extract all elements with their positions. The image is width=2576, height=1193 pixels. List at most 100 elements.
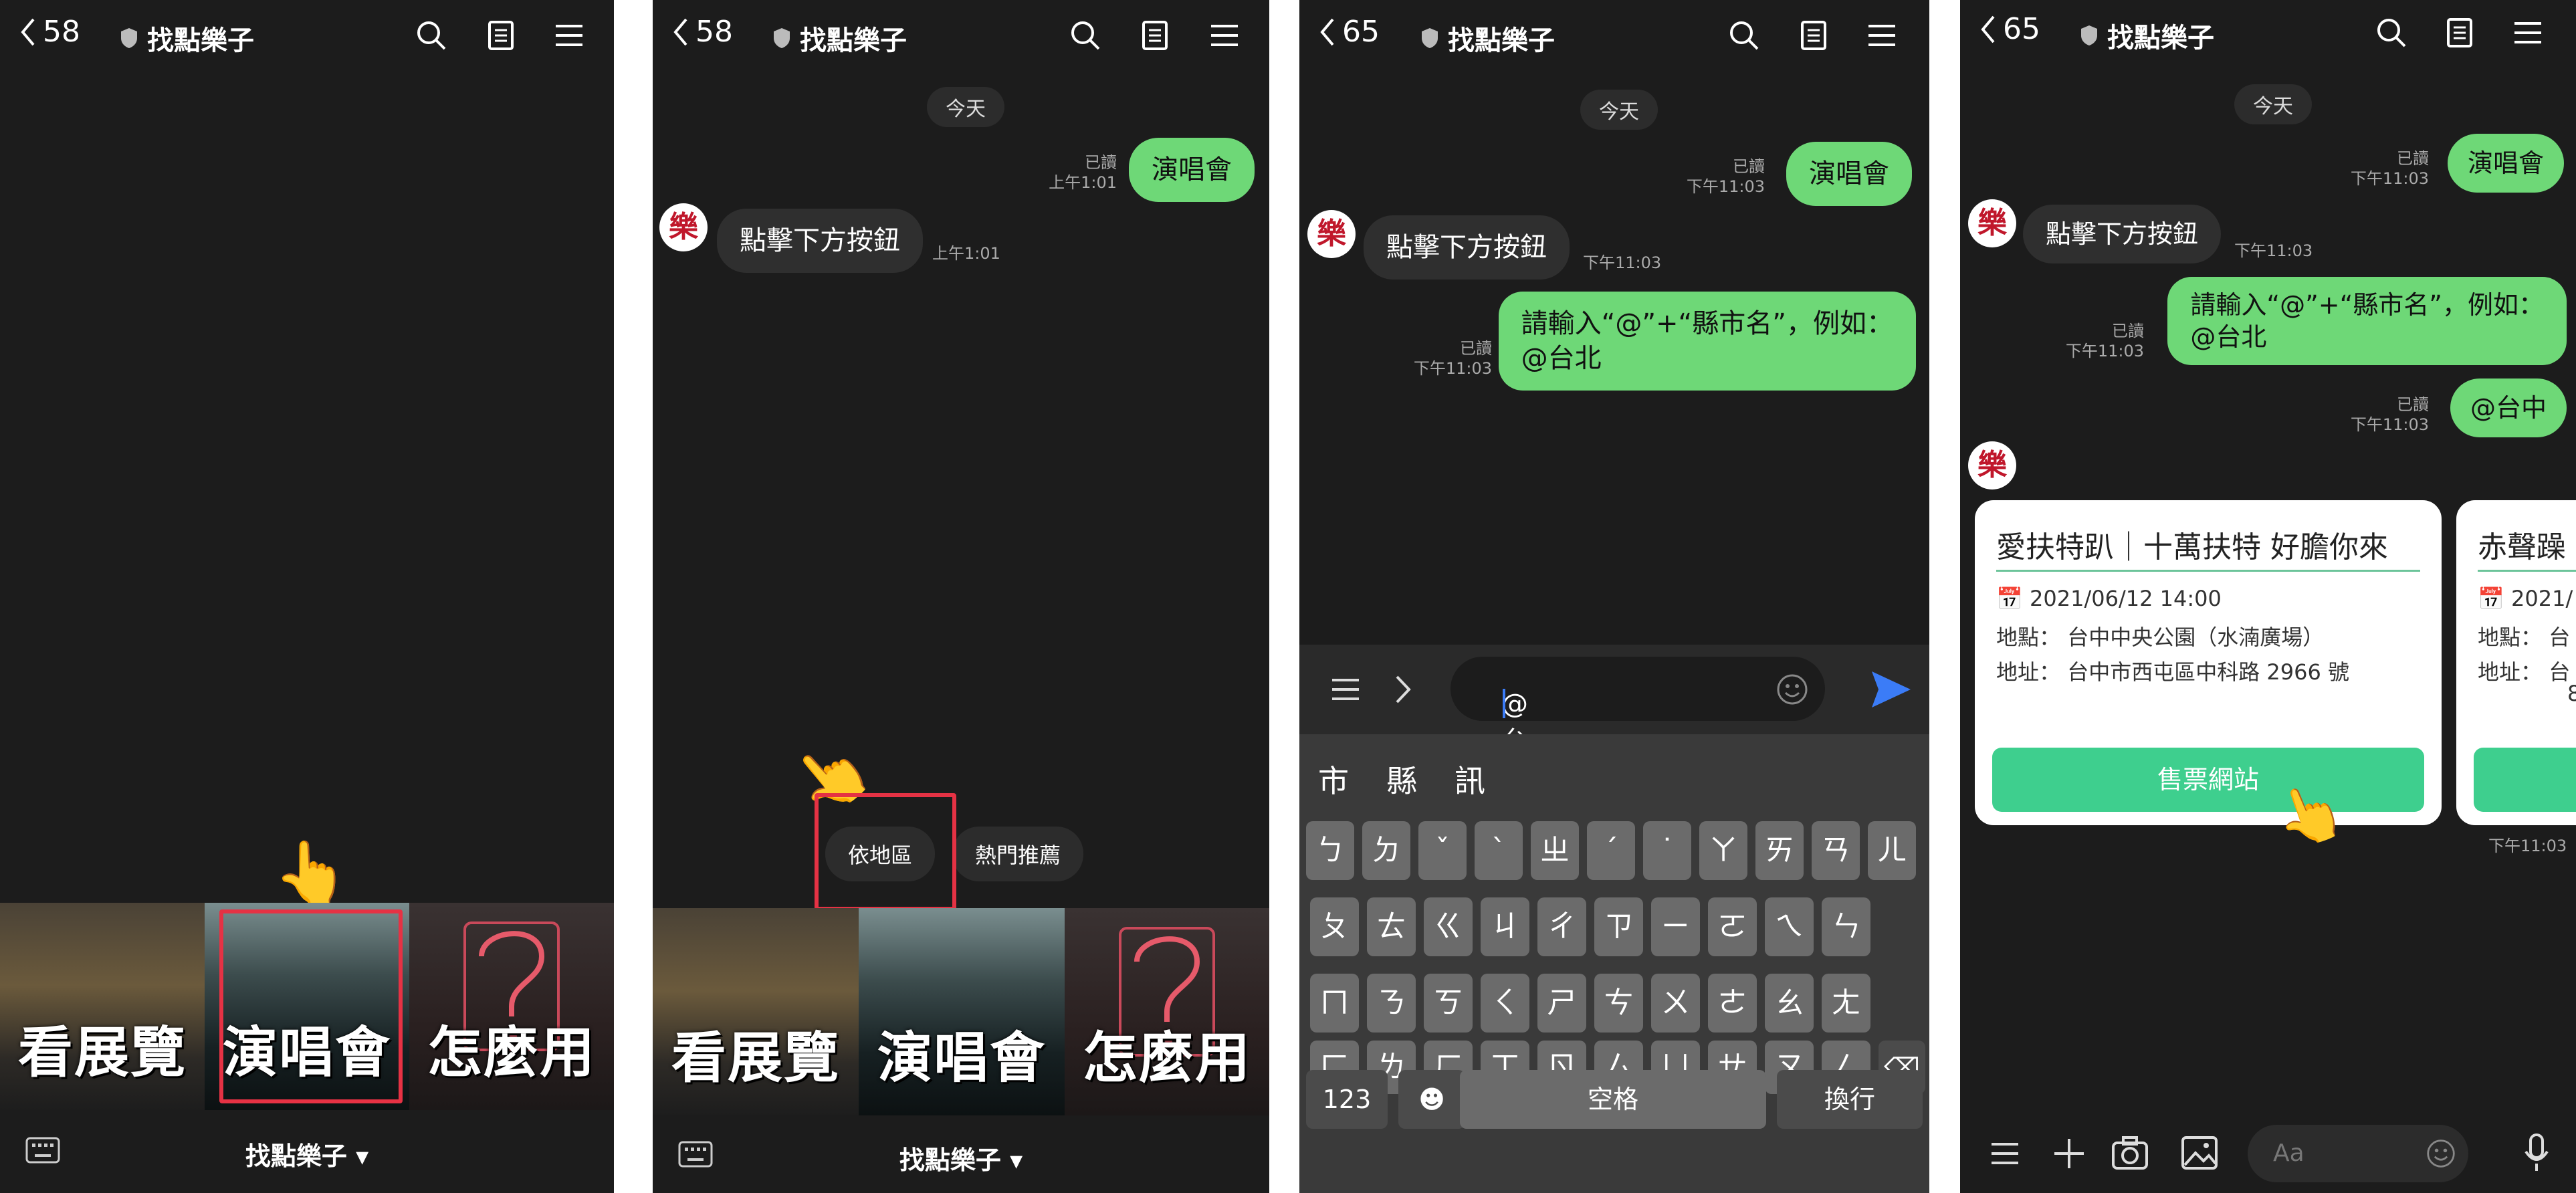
bot-avatar[interactable]: 樂 bbox=[1968, 199, 2016, 247]
key[interactable]: ㄧ bbox=[1651, 897, 1700, 956]
menu-icon[interactable] bbox=[552, 19, 586, 52]
key[interactable]: ㄉ bbox=[1362, 821, 1410, 880]
emoji-key[interactable]: ☻ bbox=[1398, 1070, 1465, 1129]
message-meta: 已讀 上午1:01 bbox=[1049, 152, 1117, 193]
key[interactable]: ˋ bbox=[1475, 821, 1523, 880]
date-separator: 今天 bbox=[2234, 84, 2312, 124]
bottom-bar: 找點樂子 ▾ bbox=[0, 1110, 614, 1193]
notes-icon[interactable] bbox=[484, 19, 518, 52]
key[interactable]: ㄛ bbox=[1708, 897, 1757, 956]
menu-icon[interactable] bbox=[1990, 1138, 2020, 1169]
key[interactable]: ㄠ bbox=[1765, 974, 1814, 1033]
key[interactable]: ㄗ bbox=[1594, 897, 1643, 956]
message-time: 上午1:01 bbox=[1049, 173, 1117, 192]
search-icon[interactable] bbox=[2375, 16, 2408, 49]
notes-icon[interactable] bbox=[1138, 19, 1172, 52]
notes-icon[interactable] bbox=[1797, 19, 1830, 52]
key[interactable]: ㄣ bbox=[1822, 897, 1870, 956]
key[interactable]: ˙ bbox=[1643, 821, 1691, 880]
message-input[interactable]: @台中 bbox=[1451, 657, 1825, 796]
back-button[interactable]: 65 bbox=[1318, 15, 1380, 49]
message-time: 下午11:03 bbox=[2488, 837, 2567, 855]
key[interactable]: ㄎ bbox=[1424, 974, 1473, 1033]
key[interactable]: ㄊ bbox=[1367, 897, 1416, 956]
message-time: 下午11:03 bbox=[2065, 342, 2144, 360]
richmenu-exhibition[interactable]: 看展覽 bbox=[653, 908, 859, 1115]
key[interactable]: ㄍ bbox=[1424, 897, 1473, 956]
send-icon[interactable] bbox=[1869, 669, 1913, 710]
suggestion[interactable]: 市 bbox=[1318, 757, 1349, 801]
key[interactable]: ㄞ bbox=[1755, 821, 1804, 880]
bot-avatar[interactable]: 樂 bbox=[659, 203, 708, 251]
richmenu-label: 怎麼用 bbox=[427, 1021, 596, 1085]
key[interactable]: ㄇ bbox=[1310, 974, 1359, 1033]
chat-header: 58 找點樂子 bbox=[0, 0, 614, 74]
key[interactable]: ㄨ bbox=[1651, 974, 1700, 1033]
menu-icon[interactable] bbox=[1330, 674, 1361, 705]
richmenu-toggle[interactable]: 找點樂子 ▾ bbox=[0, 1135, 614, 1172]
bot-avatar[interactable]: 樂 bbox=[1968, 441, 2016, 490]
notes-icon[interactable] bbox=[2443, 16, 2476, 49]
key[interactable]: ㄜ bbox=[1708, 974, 1757, 1033]
message-meta: 已讀 下午11:03 bbox=[1687, 156, 1765, 197]
menu-icon[interactable] bbox=[1865, 19, 1899, 52]
quick-reply-popular[interactable]: 熱門推薦 bbox=[952, 827, 1084, 881]
key[interactable]: ㄓ bbox=[1531, 821, 1579, 880]
menu-icon[interactable] bbox=[2511, 16, 2545, 49]
space-key[interactable]: 空格 bbox=[1460, 1070, 1766, 1129]
unread-count: 58 bbox=[695, 15, 733, 49]
key[interactable]: ㄚ bbox=[1699, 821, 1747, 880]
back-button[interactable]: 58 bbox=[671, 15, 733, 49]
key[interactable]: ㄕ bbox=[1537, 974, 1586, 1033]
sent-message: 請輸入“@”+“縣市名”，例如： @台北 bbox=[1498, 292, 1916, 391]
emoji-icon[interactable] bbox=[2426, 1138, 2456, 1169]
emoji-icon[interactable] bbox=[1776, 673, 1809, 706]
image-icon[interactable] bbox=[2181, 1135, 2218, 1170]
ticket-site-button[interactable]: 售票網站 bbox=[1992, 748, 2424, 812]
search-icon[interactable] bbox=[415, 19, 448, 52]
numbers-key[interactable]: 123 bbox=[1306, 1070, 1388, 1129]
richmenu-howto[interactable]: 怎麼用 bbox=[1065, 908, 1269, 1115]
richmenu-concert[interactable]: 演唱會 bbox=[859, 908, 1065, 1115]
event-venue: 台中中央公園（水湳廣場） bbox=[2067, 625, 2325, 650]
key[interactable]: ㄢ bbox=[1812, 821, 1860, 880]
bot-avatar[interactable]: 樂 bbox=[1307, 210, 1356, 258]
camera-icon[interactable] bbox=[2111, 1135, 2149, 1170]
key[interactable]: ㄟ bbox=[1765, 897, 1814, 956]
key[interactable]: ㄦ bbox=[1868, 821, 1916, 880]
suggestion[interactable]: 縣 bbox=[1386, 757, 1417, 801]
richmenu-howto[interactable]: 怎麼用 bbox=[409, 903, 614, 1110]
key[interactable]: ˊ bbox=[1587, 821, 1635, 880]
key[interactable]: ㄤ bbox=[1822, 974, 1870, 1033]
key[interactable]: ㄋ bbox=[1367, 974, 1416, 1033]
plus-icon[interactable] bbox=[2052, 1137, 2086, 1170]
chat-title-text: 找點樂子 bbox=[1448, 25, 1555, 56]
ticket-site-button[interactable] bbox=[2474, 748, 2576, 812]
message-input[interactable]: Aa bbox=[2248, 1125, 2468, 1182]
menu-icon[interactable] bbox=[1208, 19, 1241, 52]
key[interactable]: ㄘ bbox=[1594, 974, 1643, 1033]
event-address: 台中市西屯區中科路 2966 號 bbox=[2067, 659, 2349, 685]
search-icon[interactable] bbox=[1069, 19, 1102, 52]
sent-message: 演唱會 bbox=[1129, 138, 1255, 202]
microphone-icon[interactable] bbox=[2523, 1133, 2550, 1173]
key[interactable]: ˇ bbox=[1418, 821, 1467, 880]
suggestion[interactable]: 訊 bbox=[1455, 757, 1485, 801]
venue-label: 地點： bbox=[1996, 625, 2061, 650]
back-button[interactable]: 58 bbox=[19, 15, 80, 49]
key[interactable]: ㄔ bbox=[1537, 897, 1586, 956]
chat-title-text: 找點樂子 bbox=[147, 25, 254, 56]
back-button[interactable]: 65 bbox=[1979, 12, 2040, 46]
key[interactable]: ㄐ bbox=[1481, 897, 1529, 956]
key[interactable]: ㄅ bbox=[1306, 821, 1354, 880]
key[interactable]: ㄆ bbox=[1310, 897, 1359, 956]
return-key[interactable]: 換行 bbox=[1777, 1070, 1923, 1129]
chevron-right-icon[interactable] bbox=[1393, 673, 1413, 706]
unread-count: 65 bbox=[2003, 12, 2040, 46]
search-icon[interactable] bbox=[1727, 19, 1761, 52]
message-input-bar: Aa bbox=[1960, 1113, 2576, 1193]
key[interactable]: ㄑ bbox=[1481, 974, 1529, 1033]
read-receipt: 已讀 bbox=[1460, 339, 1492, 358]
richmenu-exhibition[interactable]: 看展覽 bbox=[0, 903, 205, 1110]
richmenu-toggle[interactable]: 找點樂子 ▾ bbox=[653, 1140, 1269, 1176]
